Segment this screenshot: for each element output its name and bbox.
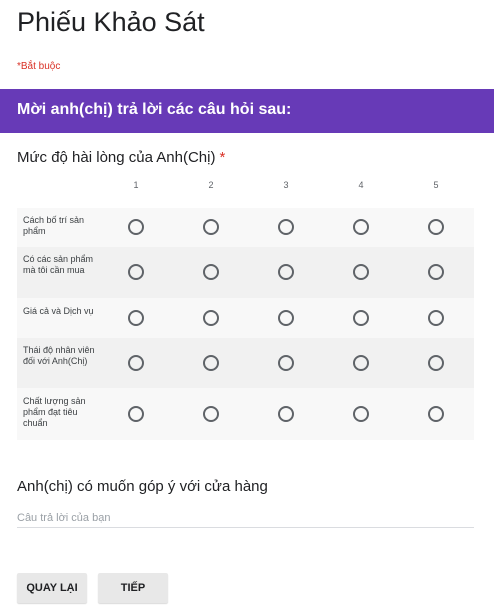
radio-option-5[interactable] [428, 219, 444, 235]
question-feedback-title: Anh(chị) có muốn góp ý với cửa hàng [17, 478, 268, 495]
column-label-1: 1 [133, 180, 139, 190]
radio-option-3[interactable] [278, 264, 294, 280]
row-label: Thái độ nhân viên đối với Anh(Chị) [23, 345, 95, 366]
radio-option-4[interactable] [353, 355, 369, 371]
radio-option-1[interactable] [128, 310, 144, 326]
back-button[interactable]: QUAY LẠI [17, 573, 87, 603]
radio-option-1[interactable] [128, 264, 144, 280]
grid-column-header: 1 2 3 4 5 [0, 180, 494, 196]
grid-row-staff-attitude: Thái độ nhân viên đối với Anh(Chị) [17, 338, 474, 388]
radio-option-1[interactable] [128, 355, 144, 371]
grid-row-product-quality: Chất lượng sản phẩm đạt tiêu chuẩn [17, 388, 474, 440]
question-satisfaction-title: Mức độ hài lòng của Anh(Chị) * [17, 149, 225, 166]
radio-option-5[interactable] [428, 310, 444, 326]
section-title: Mời anh(chị) trả lời các câu hỏi sau: [17, 101, 292, 118]
column-label-5: 5 [433, 180, 439, 190]
grid-row-products-available: Có các sản phẩm mà tôi cần mua [17, 247, 474, 298]
feedback-answer-input[interactable] [17, 509, 474, 528]
question-satisfaction-text: Mức độ hài lòng của Anh(Chị) [17, 149, 216, 166]
required-note: *Bắt buộc [17, 61, 61, 72]
radio-option-3[interactable] [278, 219, 294, 235]
column-label-4: 4 [358, 180, 364, 190]
radio-option-1[interactable] [128, 406, 144, 422]
radio-option-2[interactable] [203, 355, 219, 371]
radio-option-2[interactable] [203, 264, 219, 280]
radio-option-5[interactable] [428, 355, 444, 371]
radio-option-5[interactable] [428, 406, 444, 422]
radio-option-4[interactable] [353, 310, 369, 326]
form-title: Phiếu Khảo Sát [17, 7, 205, 37]
radio-option-4[interactable] [353, 406, 369, 422]
radio-option-3[interactable] [278, 310, 294, 326]
required-asterisk: * [219, 149, 226, 166]
grid-row-layout: Cách bố trí sản phẩm [17, 208, 474, 247]
radio-option-2[interactable] [203, 219, 219, 235]
radio-option-2[interactable] [203, 310, 219, 326]
row-label: Cách bố trí sản phẩm [23, 215, 85, 236]
radio-option-4[interactable] [353, 219, 369, 235]
row-label: Giá cả và Dịch vụ [23, 306, 94, 316]
section-header: Mời anh(chị) trả lời các câu hỏi sau: [0, 89, 494, 133]
radio-option-1[interactable] [128, 219, 144, 235]
radio-option-4[interactable] [353, 264, 369, 280]
column-label-3: 3 [283, 180, 289, 190]
row-label: Chất lượng sản phẩm đạt tiêu chuẩn [23, 396, 86, 428]
radio-option-3[interactable] [278, 406, 294, 422]
radio-option-3[interactable] [278, 355, 294, 371]
column-label-2: 2 [208, 180, 214, 190]
radio-option-2[interactable] [203, 406, 219, 422]
next-button[interactable]: TIẾP [98, 573, 168, 603]
grid-row-price-service: Giá cả và Dịch vụ [17, 298, 474, 338]
row-label: Có các sản phẩm mà tôi cần mua [23, 254, 94, 275]
radio-option-5[interactable] [428, 264, 444, 280]
